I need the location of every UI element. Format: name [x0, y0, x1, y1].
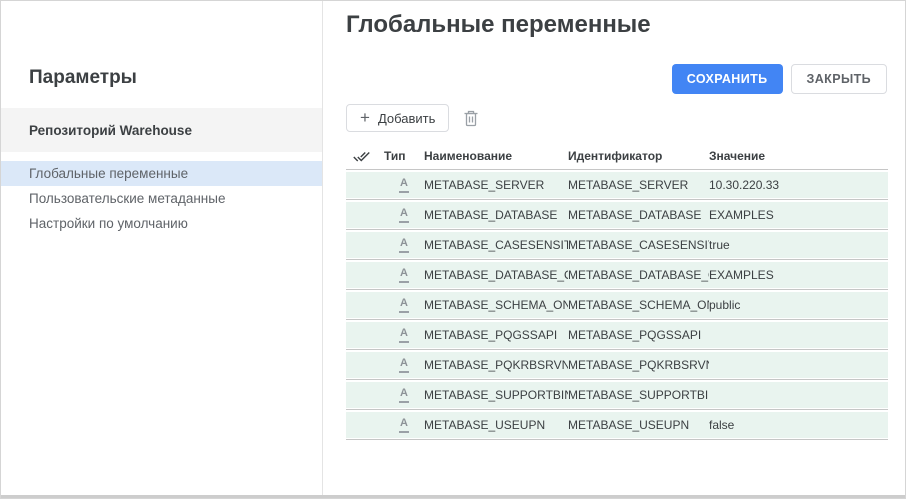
- row-name[interactable]: METABASE_SERVER: [424, 178, 568, 192]
- table-row[interactable]: A METABASE_DATABASE METABASE_DATABASE EX…: [346, 202, 888, 228]
- row-value[interactable]: EXAMPLES: [709, 208, 888, 222]
- close-button[interactable]: ЗАКРЫТЬ: [791, 64, 887, 94]
- text-type-icon: A: [399, 357, 409, 372]
- table-row[interactable]: A METABASE_CASESENSITIVE METABASE_CASESE…: [346, 232, 888, 258]
- page-title: Глобальные переменные: [346, 11, 651, 39]
- row-value[interactable]: 10.30.220.33: [709, 178, 888, 192]
- row-type-cell: A: [384, 297, 424, 312]
- row-identifier[interactable]: METABASE_PQGSSAPI: [568, 328, 709, 342]
- table-row[interactable]: A METABASE_SCHEMA_ONLY METABASE_SCHEMA_O…: [346, 292, 888, 318]
- text-type-icon: A: [399, 237, 409, 252]
- column-header-type[interactable]: Тип: [384, 149, 424, 163]
- text-type-icon: A: [399, 327, 409, 342]
- row-value[interactable]: EXAMPLES: [709, 268, 888, 282]
- row-separator: [346, 198, 888, 202]
- sidebar-item-label: Пользовательские метаданные: [29, 191, 225, 206]
- sidebar-item[interactable]: Пользовательские метаданные: [1, 186, 322, 211]
- row-type-cell: A: [384, 327, 424, 342]
- sidebar-item-label: Настройки по умолчанию: [29, 216, 188, 231]
- row-separator: [346, 168, 888, 172]
- column-header-value[interactable]: Значение: [709, 149, 888, 163]
- row-separator: [346, 348, 888, 352]
- table-body: A METABASE_SERVER METABASE_SERVER 10.30.…: [346, 168, 888, 438]
- row-name[interactable]: METABASE_SCHEMA_ONLY: [424, 298, 568, 312]
- text-type-icon: A: [399, 417, 409, 432]
- row-identifier[interactable]: METABASE_SERVER: [568, 178, 709, 192]
- save-button[interactable]: СОХРАНИТЬ: [672, 64, 783, 94]
- table-row[interactable]: A METABASE_USEUPN METABASE_USEUPN false: [346, 412, 888, 438]
- done-all-icon: [353, 148, 370, 165]
- row-name[interactable]: METABASE_USEUPN: [424, 418, 568, 432]
- row-identifier[interactable]: METABASE_CASESENSITIVE: [568, 238, 709, 252]
- sidebar-items: Глобальные переменные Пользовательские м…: [1, 161, 322, 236]
- table-toolbar: + Добавить: [346, 104, 479, 132]
- table-row[interactable]: A METABASE_SUPPORTBINARY... METABASE_SUP…: [346, 382, 888, 408]
- row-value[interactable]: false: [709, 418, 888, 432]
- row-type-cell: A: [384, 417, 424, 432]
- row-separator: [346, 288, 888, 292]
- row-type-cell: A: [384, 237, 424, 252]
- row-type-cell: A: [384, 357, 424, 372]
- row-type-cell: A: [384, 267, 424, 282]
- sidebar-section-repository[interactable]: Репозиторий Warehouse: [1, 108, 322, 152]
- row-separator: [346, 318, 888, 322]
- text-type-icon: A: [399, 177, 409, 192]
- delete-variable-button[interactable]: [463, 110, 479, 127]
- settings-window: Параметры Репозиторий Warehouse Глобальн…: [0, 0, 906, 499]
- row-name[interactable]: METABASE_CASESENSITIVE: [424, 238, 568, 252]
- main-panel: Глобальные переменные СОХРАНИТЬ ЗАКРЫТЬ …: [324, 1, 905, 498]
- select-all-cell[interactable]: [346, 148, 384, 165]
- sidebar-section-label: Репозиторий Warehouse: [29, 123, 192, 138]
- text-type-icon: A: [399, 267, 409, 282]
- row-identifier[interactable]: METABASE_PQKRBSRVNAME: [568, 358, 709, 372]
- text-type-icon: A: [399, 387, 409, 402]
- row-separator: [346, 378, 888, 382]
- row-name[interactable]: METABASE_PQGSSAPI: [424, 328, 568, 342]
- row-type-cell: A: [384, 387, 424, 402]
- row-value[interactable]: true: [709, 238, 888, 252]
- text-type-icon: A: [399, 297, 409, 312]
- trash-icon: [463, 110, 479, 127]
- row-separator: [346, 258, 888, 262]
- row-identifier[interactable]: METABASE_USEUPN: [568, 418, 709, 432]
- table-row[interactable]: A METABASE_PQKRBSRVNAME METABASE_PQKRBSR…: [346, 352, 888, 378]
- row-name[interactable]: METABASE_DATABASE: [424, 208, 568, 222]
- row-identifier[interactable]: METABASE_DATABASE: [568, 208, 709, 222]
- row-type-cell: A: [384, 177, 424, 192]
- sidebar-item[interactable]: Глобальные переменные: [1, 161, 322, 186]
- row-separator: [346, 228, 888, 232]
- row-type-cell: A: [384, 207, 424, 222]
- sidebar: Параметры Репозиторий Warehouse Глобальн…: [1, 1, 323, 498]
- column-header-name[interactable]: Наименование: [424, 149, 568, 163]
- row-name[interactable]: METABASE_PQKRBSRVNAME: [424, 358, 568, 372]
- action-buttons: СОХРАНИТЬ ЗАКРЫТЬ: [672, 64, 887, 94]
- add-variable-button[interactable]: + Добавить: [346, 104, 449, 132]
- row-name[interactable]: METABASE_DATABASE_ONLY: [424, 268, 568, 282]
- variables-table: Тип Наименование Идентификатор Значение …: [346, 144, 888, 442]
- table-row[interactable]: A METABASE_SERVER METABASE_SERVER 10.30.…: [346, 172, 888, 198]
- table-bottom-border: [346, 438, 888, 442]
- row-identifier[interactable]: METABASE_SUPPORTBINARY...: [568, 388, 709, 402]
- table-row[interactable]: A METABASE_PQGSSAPI METABASE_PQGSSAPI: [346, 322, 888, 348]
- table-row[interactable]: A METABASE_DATABASE_ONLY METABASE_DATABA…: [346, 262, 888, 288]
- column-header-identifier[interactable]: Идентификатор: [568, 149, 709, 163]
- row-value[interactable]: public: [709, 298, 888, 312]
- row-separator: [346, 408, 888, 412]
- row-name[interactable]: METABASE_SUPPORTBINARY...: [424, 388, 568, 402]
- plus-icon: +: [360, 109, 370, 126]
- sidebar-item[interactable]: Настройки по умолчанию: [1, 211, 322, 236]
- row-identifier[interactable]: METABASE_SCHEMA_ONLY: [568, 298, 709, 312]
- sidebar-title: Параметры: [29, 67, 322, 89]
- row-identifier[interactable]: METABASE_DATABASE_ONLY: [568, 268, 709, 282]
- table-header: Тип Наименование Идентификатор Значение: [346, 144, 888, 168]
- add-button-label: Добавить: [378, 111, 435, 126]
- bottom-scrollbar-track[interactable]: [1, 495, 905, 498]
- text-type-icon: A: [399, 207, 409, 222]
- sidebar-item-label: Глобальные переменные: [29, 166, 188, 181]
